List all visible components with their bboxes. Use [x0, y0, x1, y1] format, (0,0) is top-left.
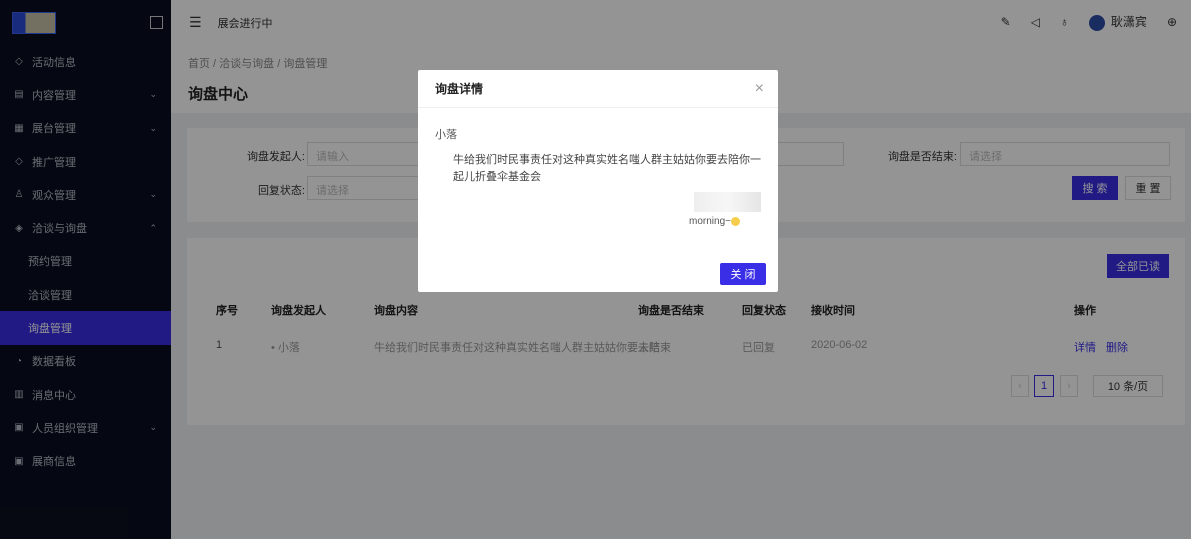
- close-button[interactable]: 关 闭: [720, 263, 766, 285]
- reply-text: morning~: [689, 216, 731, 227]
- reply-message: morning~: [689, 216, 740, 227]
- close-icon[interactable]: ×: [755, 80, 764, 98]
- inquiry-detail-modal: 询盘详情 × 小落 牛给我们时民事责任对这种真实姓名嗤人群主姑姑你要去陪你一起儿…: [418, 70, 778, 292]
- sender-name: 小落: [435, 129, 457, 141]
- inquiry-message: 牛给我们时民事责任对这种真实姓名嗤人群主姑姑你要去陪你一起儿折叠伞基金会: [453, 154, 761, 183]
- modal-title: 询盘详情: [418, 70, 778, 108]
- reply-image: [694, 192, 761, 212]
- sun-emoji-icon: [730, 216, 740, 226]
